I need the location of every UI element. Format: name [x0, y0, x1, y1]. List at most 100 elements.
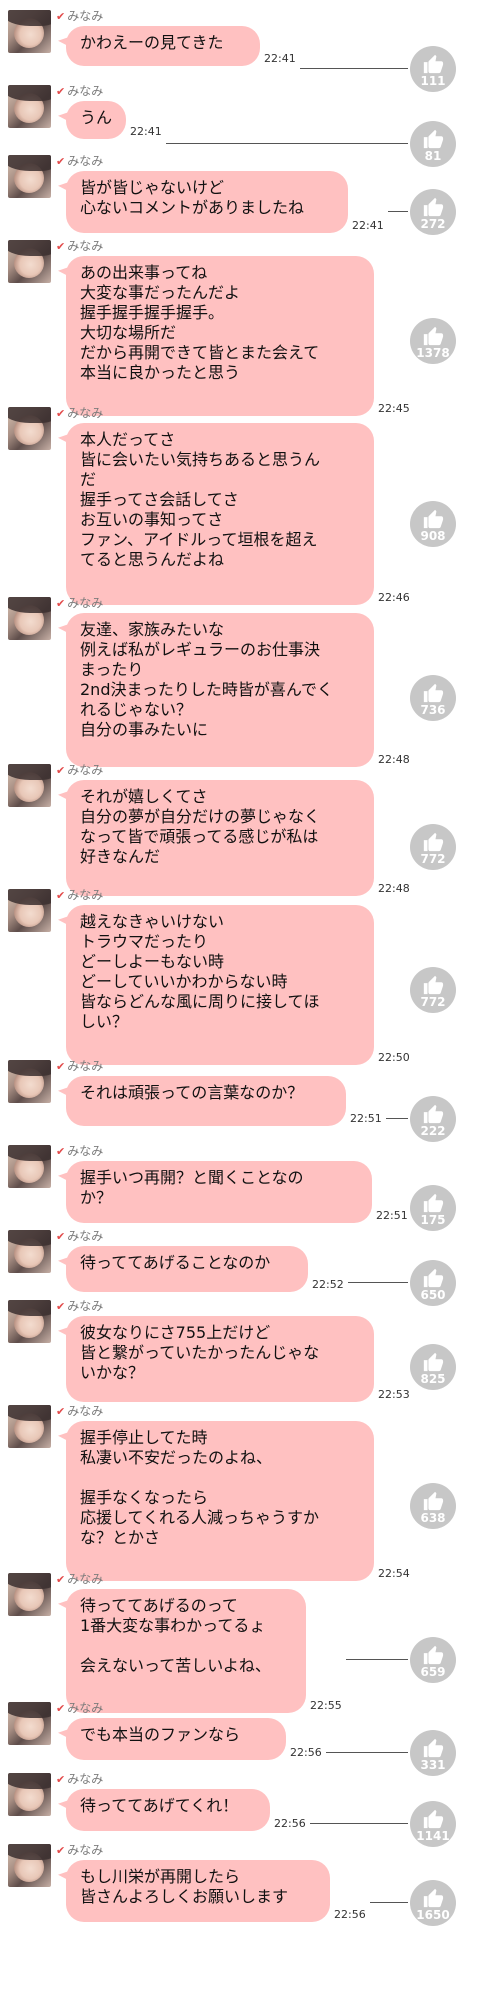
check-icon: ✔: [56, 764, 66, 777]
message-bubble[interactable]: 越えなきゃいけない トラウマだったり どーしよーもない時 どーしていいかわからな…: [66, 905, 374, 1065]
sender-name: ✔ みなみ: [56, 1842, 103, 1858]
avatar[interactable]: [8, 597, 51, 640]
check-icon: ✔: [56, 1060, 66, 1073]
message-bubble[interactable]: 待っててあげてくれ！: [66, 1789, 270, 1831]
sender-name: ✔ みなみ: [56, 1700, 103, 1716]
timestamp: 22:51: [376, 1209, 408, 1222]
message-bubble[interactable]: それは頑張っての言葉なのか？: [66, 1076, 346, 1126]
chat-message: ✔ みなみ それは頑張っての言葉なのか？ 22:51 222: [0, 1058, 480, 1142]
message-bubble[interactable]: それが嬉しくてさ 自分の夢が自分だけの夢じゃなく なって皆で頑張ってる感じが私は…: [66, 780, 374, 896]
chat-message: ✔ みなみ うん 22:41 81: [0, 83, 480, 167]
like-count: 638: [420, 1511, 446, 1525]
check-icon: ✔: [56, 1145, 66, 1158]
chat-message: ✔ みなみ友達、家族みたいな 例えば私がレギュラーのお仕事決 まったり 2nd決ま…: [0, 595, 480, 773]
message-bubble[interactable]: 握手停止してた時 私凄い不安だったのよね、 握手なくなったら 応援してくれる人減…: [66, 1421, 374, 1581]
chat-message: ✔ みなみ 皆が皆じゃないけど 心ないコメントがありましたね 22:41 272: [0, 153, 480, 239]
avatar[interactable]: [8, 1060, 51, 1103]
sender-name-text: みなみ: [67, 1701, 104, 1715]
like-button[interactable]: 175: [410, 1185, 456, 1231]
message-bubble[interactable]: 友達、家族みたいな 例えば私がレギュラーのお仕事決 まったり 2nd決まったりし…: [66, 613, 374, 767]
connector-line: [386, 1118, 408, 1119]
sender-name-text: みなみ: [67, 406, 104, 420]
like-count: 272: [420, 217, 446, 231]
avatar[interactable]: [8, 1773, 51, 1816]
message-bubble[interactable]: うん: [66, 101, 126, 139]
sender-name: ✔ みなみ: [56, 1143, 103, 1159]
avatar[interactable]: [8, 1844, 51, 1887]
like-button[interactable]: 908: [410, 501, 456, 547]
like-button[interactable]: 222: [410, 1096, 456, 1142]
sender-name: ✔ みなみ: [56, 83, 103, 99]
like-button[interactable]: 272: [410, 189, 456, 235]
avatar[interactable]: [8, 10, 51, 53]
avatar[interactable]: [8, 1405, 51, 1448]
avatar[interactable]: [8, 85, 51, 128]
timestamp: 22:41: [130, 125, 162, 138]
avatar[interactable]: [8, 1702, 51, 1745]
avatar[interactable]: [8, 889, 51, 932]
avatar[interactable]: [8, 240, 51, 283]
chat-message: ✔ みなみ あの出来事ってね 大変な事だったんだよ 握手握手握手握手。 大切な場所だ…: [0, 238, 480, 422]
like-button[interactable]: 1378: [410, 318, 456, 364]
avatar[interactable]: [8, 1145, 51, 1188]
timestamp: 22:53: [378, 1388, 410, 1401]
sender-name: ✔ みなみ: [56, 1571, 103, 1587]
check-icon: ✔: [56, 10, 66, 23]
like-button[interactable]: 659: [410, 1637, 456, 1683]
message-bubble[interactable]: 待っててあげるのって 1番大変な事わかってるょ 会えないって苦しいよね、: [66, 1589, 306, 1713]
message-bubble[interactable]: 本人だってさ 皆に会いたい気持ちあると思うん だ 握手ってさ会話してさ お互いの…: [66, 423, 374, 605]
chat-message: ✔ みなみ彼女なりにさ755上だけど 皆と繋がっていたかったんじゃな いかな？ 22…: [0, 1298, 480, 1408]
connector-line: [388, 211, 408, 212]
check-icon: ✔: [56, 1844, 66, 1857]
message-bubble[interactable]: 待っててあげることなのか: [66, 1246, 308, 1292]
message-bubble[interactable]: でも本当のファンなら: [66, 1718, 286, 1760]
like-count: 825: [420, 1372, 446, 1386]
sender-name: ✔ みなみ: [56, 595, 103, 611]
check-icon: ✔: [56, 1300, 66, 1313]
like-button[interactable]: 772: [410, 824, 456, 870]
connector-line: [346, 1659, 408, 1660]
avatar[interactable]: [8, 764, 51, 807]
sender-name: ✔ みなみ: [56, 1298, 103, 1314]
timestamp: 22:56: [274, 1817, 306, 1830]
check-icon: ✔: [56, 889, 66, 902]
chat-timeline[interactable]: ✔ みなみ かわえーの見てきた 22:41 111 ✔ みなみ うん 22:41 81 ✔ みなみ 皆が…: [0, 0, 480, 1998]
avatar[interactable]: [8, 407, 51, 450]
like-button[interactable]: 736: [410, 675, 456, 721]
chat-message: ✔ みなみ それが嬉しくてさ 自分の夢が自分だけの夢じゃなく なって皆で頑張ってる感…: [0, 762, 480, 902]
avatar[interactable]: [8, 155, 51, 198]
message-bubble[interactable]: あの出来事ってね 大変な事だったんだよ 握手握手握手握手。 大切な場所だ だから…: [66, 256, 374, 416]
message-bubble[interactable]: 彼女なりにさ755上だけど 皆と繋がっていたかったんじゃな いかな？: [66, 1316, 374, 1402]
chat-message: ✔ みなみ かわえーの見てきた 22:41 111: [0, 8, 480, 92]
avatar[interactable]: [8, 1230, 51, 1273]
avatar[interactable]: [8, 1573, 51, 1616]
sender-name: ✔ みなみ: [56, 1771, 103, 1787]
chat-message: ✔ みなみ 待っててあげるのって 1番大変な事わかってるょ 会えないって苦しいよね、…: [0, 1571, 480, 1719]
avatar[interactable]: [8, 1300, 51, 1343]
check-icon: ✔: [56, 1230, 66, 1243]
sender-name-text: みなみ: [67, 763, 104, 777]
like-count: 1650: [416, 1908, 450, 1922]
check-icon: ✔: [56, 597, 66, 610]
check-icon: ✔: [56, 240, 66, 253]
connector-line: [310, 1823, 408, 1824]
message-bubble[interactable]: かわえーの見てきた: [66, 26, 260, 66]
like-button[interactable]: 1650: [410, 1880, 456, 1926]
message-bubble[interactable]: 皆が皆じゃないけど 心ないコメントがありましたね: [66, 171, 348, 233]
chat-message: ✔ みなみ握手いつ再開？と聞くことなの か？ 22:51 175: [0, 1143, 480, 1231]
like-button[interactable]: 1141: [410, 1801, 456, 1847]
like-count: 772: [420, 995, 446, 1009]
sender-name-text: みなみ: [67, 888, 104, 902]
sender-name: ✔ みなみ: [56, 1403, 103, 1419]
like-button[interactable]: 331: [410, 1730, 456, 1776]
like-button[interactable]: 638: [410, 1483, 456, 1529]
like-button[interactable]: 825: [410, 1344, 456, 1390]
like-button[interactable]: 772: [410, 967, 456, 1013]
connector-line: [370, 1902, 408, 1903]
check-icon: ✔: [56, 407, 66, 420]
sender-name-text: みなみ: [67, 154, 104, 168]
message-bubble[interactable]: 握手いつ再開？と聞くことなの か？: [66, 1161, 372, 1223]
message-bubble[interactable]: もし川栄が再開したら 皆さんよろしくお願いします: [66, 1860, 330, 1922]
connector-line: [300, 68, 408, 69]
like-count: 222: [420, 1124, 446, 1138]
